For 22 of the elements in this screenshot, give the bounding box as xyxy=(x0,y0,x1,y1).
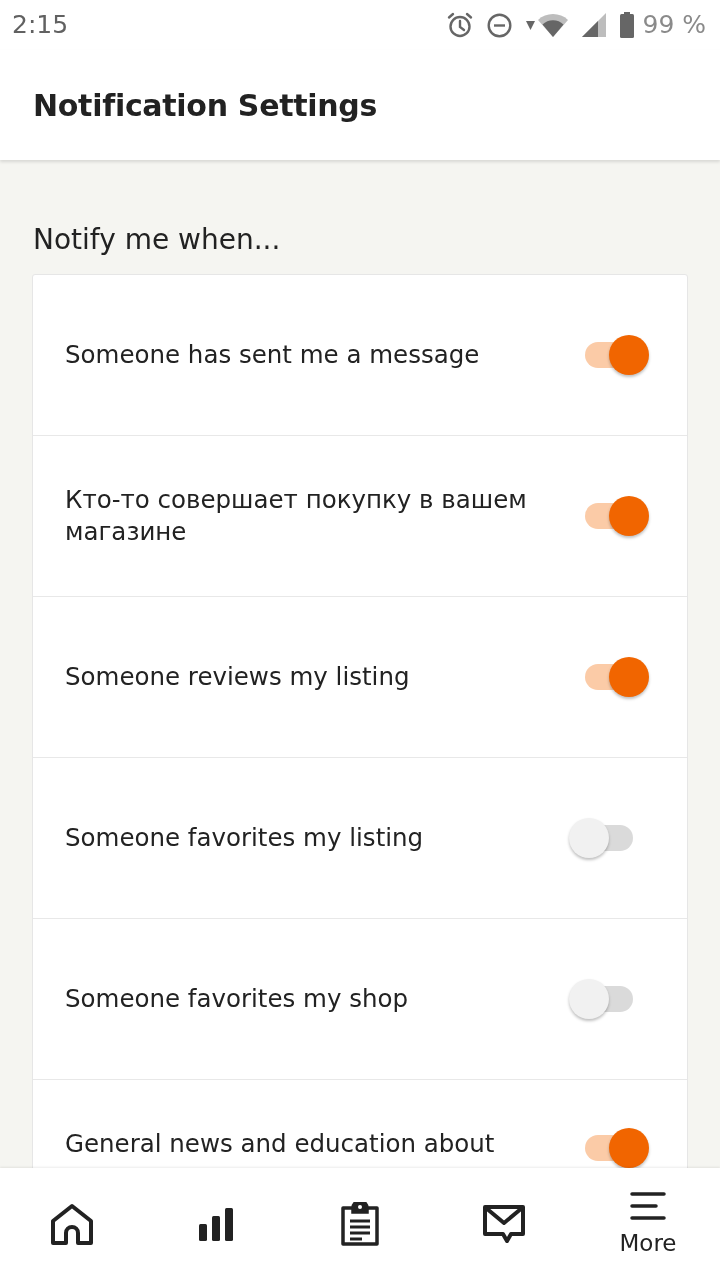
setting-label: General news and education about xyxy=(65,1128,496,1160)
signal-icon xyxy=(582,13,607,37)
status-time: 2:15 xyxy=(12,9,69,42)
setting-label: Someone reviews my listing xyxy=(65,661,411,693)
alarm-icon xyxy=(447,12,474,38)
section-heading: Notify me when... xyxy=(32,222,282,258)
setting-label: Someone favorites my listing xyxy=(65,822,425,854)
wifi-icon xyxy=(538,13,569,37)
mail-icon xyxy=(483,1205,525,1243)
more-tab[interactable]: More xyxy=(576,1168,720,1280)
setting-label: Someone has sent me a message xyxy=(65,339,481,371)
minus-circle-icon xyxy=(487,12,513,38)
clipboard-icon xyxy=(341,1202,379,1246)
page-title: Notification Settings xyxy=(33,86,378,125)
setting-label: Кто-то совершает покупку в вашем магазине xyxy=(65,484,528,548)
menu-icon xyxy=(630,1192,666,1220)
setting-label: Someone favorites my shop xyxy=(65,983,410,1015)
home-icon xyxy=(50,1203,94,1245)
battery-icon xyxy=(620,12,635,38)
battery-percent: 99 % xyxy=(642,9,706,42)
data-arrow-icon xyxy=(526,20,536,30)
bar-chart-icon xyxy=(199,1207,233,1241)
